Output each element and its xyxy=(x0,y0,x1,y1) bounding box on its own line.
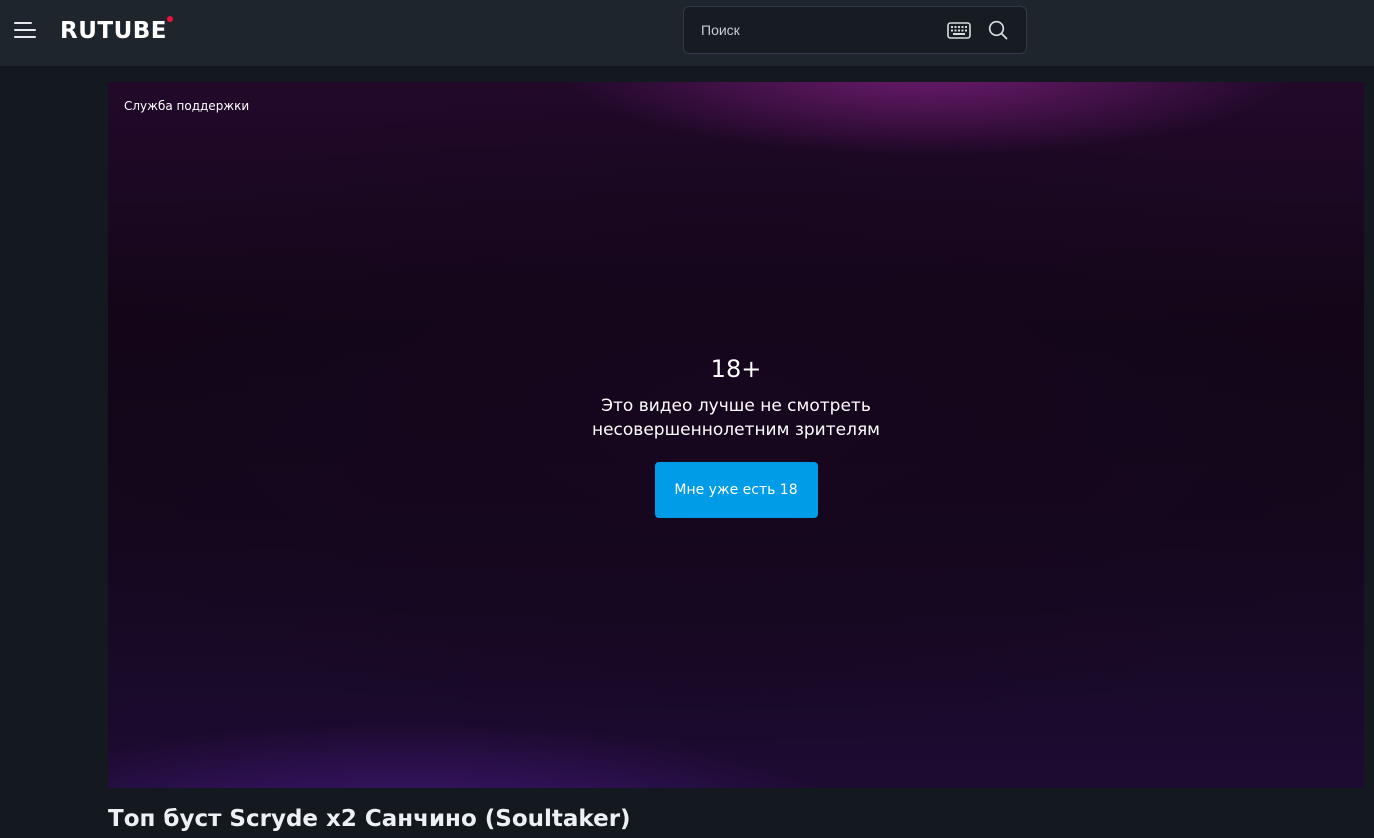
confirm-age-button[interactable]: Мне уже есть 18 xyxy=(654,462,818,518)
top-bar: RUTUBE xyxy=(0,0,1374,66)
video-player[interactable]: Служба поддержки 18+ Это видео лучше не … xyxy=(108,82,1364,788)
search-icon[interactable] xyxy=(988,20,1008,40)
menu-icon[interactable] xyxy=(12,19,38,41)
age-gate-title: 18+ xyxy=(710,355,762,383)
logo-dot xyxy=(167,16,173,22)
video-title: Топ буст Scryde x2 Санчино (Soultaker) xyxy=(108,806,631,832)
keyboard-icon[interactable] xyxy=(947,22,971,39)
rutube-logo[interactable]: RUTUBE xyxy=(60,14,173,48)
age-gate-message: Это видео лучше не смотреть несовершенно… xyxy=(108,394,1364,442)
support-link[interactable]: Служба поддержки xyxy=(124,99,249,113)
logo-text: RUTUBE xyxy=(60,18,167,44)
search-input[interactable] xyxy=(684,7,934,53)
search-box xyxy=(683,6,1027,54)
age-gate-line-1: Это видео лучше не смотреть xyxy=(601,396,871,416)
age-gate: 18+ Это видео лучше не смотреть несоверш… xyxy=(108,352,1364,518)
age-gate-line-2: несовершеннолетним зрителям xyxy=(591,420,880,440)
